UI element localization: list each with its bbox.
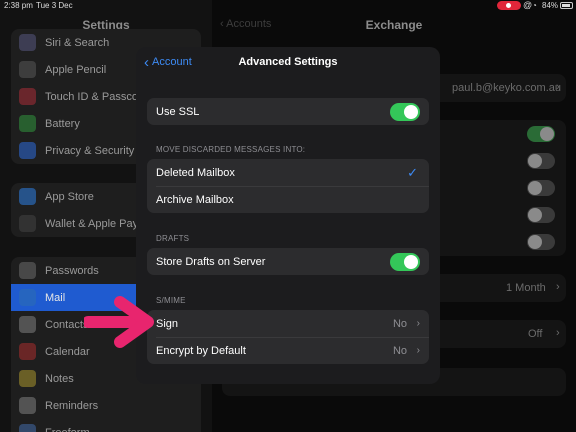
encrypt-by-default-label: Encrypt by Default	[156, 344, 246, 357]
encrypt-by-default-row[interactable]: Encrypt by Default No ›	[147, 337, 429, 364]
archive-mailbox-label: Archive Mailbox	[156, 193, 234, 206]
encrypt-by-default-value: No	[392, 344, 407, 357]
sidebar-item-label: Mail	[45, 291, 66, 304]
off-setting-value: Off	[528, 328, 543, 340]
sidebar-item-freeform[interactable]: Freeform	[11, 419, 201, 432]
sidebar-item-label: Freeform	[45, 427, 90, 432]
sign-row[interactable]: Sign No ›	[147, 310, 429, 337]
contacts-toggle[interactable]	[527, 153, 555, 169]
deleted-mailbox-label: Deleted Mailbox	[156, 166, 235, 179]
battery-percentage: 84%	[542, 1, 559, 10]
archive-mailbox-option[interactable]: Archive Mailbox	[147, 186, 429, 213]
sidebar-item-label: Battery	[45, 117, 80, 130]
store-drafts-toggle[interactable]	[390, 252, 420, 271]
battery-icon	[19, 115, 36, 132]
key-icon	[19, 262, 36, 279]
calendar-icon	[19, 343, 36, 360]
store-drafts-row: Store Drafts on Server	[147, 248, 429, 275]
store-drafts-label: Store Drafts on Server	[156, 255, 266, 268]
notes-toggle[interactable]	[527, 234, 555, 250]
app-store-icon	[19, 188, 36, 205]
fingerprint-icon	[19, 88, 36, 105]
ssl-card: Use SSL	[147, 98, 429, 125]
sidebar-item-reminders[interactable]: Reminders	[11, 392, 201, 419]
mail-icon	[19, 289, 36, 306]
use-ssl-label: Use SSL	[156, 105, 200, 118]
sidebar-item-label: App Store	[45, 190, 94, 203]
checkmark-icon: ✓	[407, 164, 418, 180]
chevron-right-icon: ›	[556, 281, 560, 293]
sidebar-item-label: Privacy & Security	[45, 144, 135, 157]
chevron-right-icon: ›	[556, 327, 560, 339]
modal-title: Advanced Settings	[238, 56, 338, 68]
use-ssl-toggle[interactable]	[390, 102, 420, 121]
reminders-icon	[19, 397, 36, 414]
status-date: Tue 3 Dec	[36, 1, 73, 10]
battery-icon	[560, 2, 573, 9]
notes-icon	[19, 370, 36, 387]
freeform-icon	[19, 424, 36, 432]
sidebar-item-label: Reminders	[45, 399, 99, 412]
drafts-card: Store Drafts on Server	[147, 248, 429, 275]
move-discarded-card: Deleted Mailbox ✓ Archive Mailbox	[147, 159, 429, 213]
chevron-right-icon: ›	[416, 318, 420, 329]
contacts-icon	[19, 316, 36, 333]
sidebar-item-label: Notes	[45, 372, 74, 385]
smime-header: S/MIME	[156, 296, 186, 305]
pencil-icon	[19, 61, 36, 78]
orientation-lock-icon: @	[523, 0, 533, 10]
sign-value: No	[392, 317, 407, 330]
sidebar-item-label: Wallet & Apple Pay	[45, 217, 139, 230]
wallet-icon	[19, 215, 36, 232]
status-bar: 2:38 pm Tue 3 Dec @ ◔ 84%	[0, 0, 576, 12]
screen-recording-icon	[497, 1, 521, 10]
exchange-title: Exchange	[365, 18, 423, 32]
wifi-icon: ◔	[532, 1, 537, 10]
sidebar-item-label: Touch ID & Passcode	[45, 90, 151, 103]
mail-toggle[interactable]	[527, 126, 555, 142]
annotation-arrow-icon	[84, 296, 154, 348]
account-email: paul.b@keyko.com.au	[452, 82, 562, 94]
advanced-settings-modal: ‹ Account Advanced Settings Use SSL MOVE…	[136, 47, 440, 384]
use-ssl-row: Use SSL	[147, 98, 429, 125]
chevron-right-icon: ›	[556, 81, 560, 93]
sidebar-item-label: Apple Pencil	[45, 63, 107, 76]
move-discarded-header: MOVE DISCARDED MESSAGES INTO:	[156, 145, 306, 154]
chevron-right-icon: ›	[416, 345, 420, 356]
smime-card: Sign No › Encrypt by Default No ›	[147, 310, 429, 364]
sidebar-item-label: Siri & Search	[45, 36, 110, 49]
mail-days-value: 1 Month	[506, 282, 546, 294]
sidebar-item-label: Calendar	[45, 345, 90, 358]
deleted-mailbox-option[interactable]: Deleted Mailbox ✓	[147, 159, 429, 186]
sidebar-item-label: Contacts	[45, 318, 89, 331]
hand-icon	[19, 142, 36, 159]
status-time: 2:38 pm	[4, 1, 33, 10]
siri-icon	[19, 34, 36, 51]
drafts-header: DRAFTS	[156, 234, 190, 243]
calendars-toggle[interactable]	[527, 180, 555, 196]
sidebar-item-label: Passwords	[45, 264, 99, 277]
reminders-toggle[interactable]	[527, 207, 555, 223]
